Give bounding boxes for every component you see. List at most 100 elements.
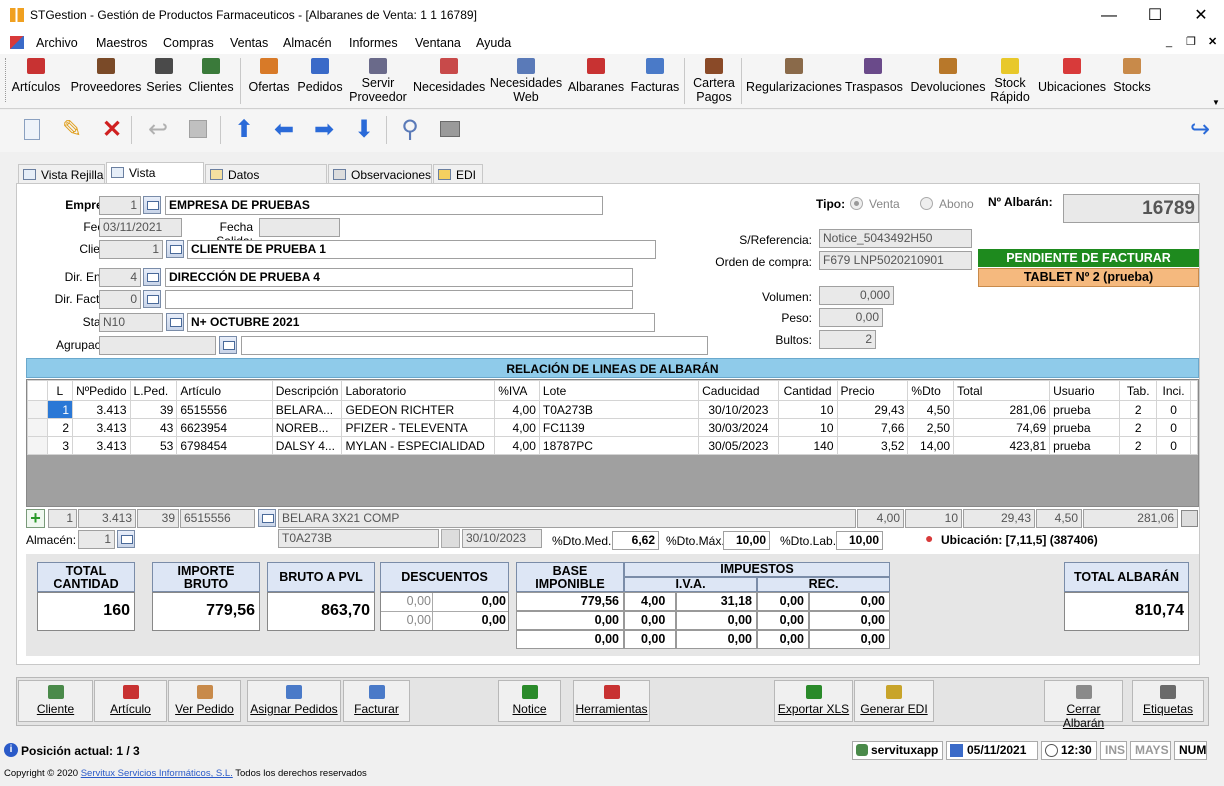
search-icon[interactable]: ⚲ [396,116,424,144]
menu-compras[interactable]: Compras [163,36,214,50]
grid-cell[interactable]: 140 [777,436,838,455]
grid-cell[interactable]: 30/05/2023 [698,436,779,455]
add-line-icon[interactable]: + [26,509,45,528]
grid-cell[interactable]: 2 [46,418,74,437]
grid-cell[interactable]: 74,69 [953,418,1051,437]
toolbar-delivery-button[interactable]: Albaranes [567,56,625,108]
grid-cell[interactable]: 0 [1156,418,1191,437]
grid-header-cell[interactable]: Artículo [176,380,273,401]
dir-envio-lookup-icon[interactable] [143,268,161,286]
grid-cell[interactable]: NOREB... [271,418,343,437]
row-selector[interactable] [27,436,48,455]
grid-cell[interactable]: 10 [777,400,838,419]
grid-cell[interactable]: MYLAN - ESPECIALIDAD [341,436,496,455]
n-albaran-field[interactable]: 16789 [1063,194,1199,223]
grid-header-cell[interactable]: Tab. [1119,380,1158,401]
grid-cell[interactable]: 18787PC [538,436,700,455]
toolbar-orders-button[interactable]: Pedidos [295,56,345,108]
agrupacion-lookup-icon[interactable] [219,336,237,354]
edit-record-icon[interactable]: ✎ [58,116,86,144]
delete-record-icon[interactable]: ✕ [98,116,126,144]
edit-save-icon[interactable] [1181,510,1198,527]
dir-envio-name-field[interactable]: DIRECCIÓN DE PRUEBA 4 [165,268,633,287]
toolbar-stocks-button[interactable]: Stocks [1110,56,1154,108]
grid-cell[interactable]: 10 [777,418,838,437]
toolbar-stock-fast-button[interactable]: Stock Rápido [986,56,1034,108]
peso-field[interactable]: 0,00 [819,308,883,327]
grid-cell[interactable]: 4,00 [494,436,540,455]
tab-edi[interactable]: EDI [433,164,483,184]
edit-cantidad-field[interactable]: 10 [905,509,962,528]
grid-header-cell[interactable]: L.Ped. [129,380,178,401]
grid-header-cell[interactable]: Inci. [1156,380,1191,401]
grid-cell[interactable]: PFIZER - TELEVENTA [341,418,496,437]
grid-header-cell[interactable]: Caducidad [698,380,779,401]
grid-cell[interactable]: BELARA... [271,400,343,419]
toolbar-adjust-button[interactable]: Regularizaciones [745,56,843,108]
exportar-xls-button[interactable]: Exportar XLS [774,680,853,722]
toolbar-location-button[interactable]: Ubicaciones [1036,56,1108,108]
grid-cell[interactable]: 39 [129,400,178,419]
toolbar-supplier-button[interactable]: Proveedores [70,56,142,108]
grid-cell[interactable]: 4,00 [494,418,540,437]
edit-precio-field[interactable]: 29,43 [963,509,1035,528]
ver-pedido-button[interactable]: Ver Pedido [168,680,241,722]
menu-maestros[interactable]: Maestros [96,36,147,50]
grid-cell[interactable]: T0A273B [538,400,700,419]
grid-cell[interactable]: 1 [46,400,74,419]
toolbar-invoices-button[interactable]: Facturas [629,56,681,108]
almacen-field[interactable]: 1 [78,530,115,549]
menu-ayuda[interactable]: Ayuda [476,36,511,50]
edit-line-number-field[interactable]: 1 [48,509,77,528]
caducidad-field[interactable]: 30/10/2023 [462,529,542,548]
save-icon[interactable] [184,116,212,144]
edit-pedido-field[interactable]: 3.413 [78,509,136,528]
grid-cell[interactable]: 3.413 [72,400,131,419]
dto-lab-field[interactable]: 10,00 [836,531,883,550]
grid-cell[interactable]: 53 [129,436,178,455]
grid-cell[interactable]: 3,52 [836,436,909,455]
dir-envio-code-field[interactable]: 4 [99,268,141,287]
grid-cell[interactable]: 2 [1119,400,1158,419]
copyright-link[interactable]: Servitux Servicios Informáticos, S.L. [81,768,233,779]
grid-header-cell[interactable]: Precio [836,380,909,401]
menu-informes[interactable]: Informes [349,36,398,50]
fecha-field[interactable]: 03/11/2021 [99,218,182,237]
cliente-name-field[interactable]: CLIENTE DE PRUEBA 1 [187,240,656,259]
row-selector[interactable] [27,418,48,437]
grid-header-cell[interactable]: Lote [538,380,700,401]
menu-ventas[interactable]: Ventas [230,36,268,50]
grid-cell[interactable]: 3 [46,436,74,455]
toolbar-series-button[interactable]: Series [145,56,183,108]
grid-row[interactable]: 2 3.413 43 6623954 NOREB... PFIZER - TELEVENT… [27,418,1198,437]
maximize-button[interactable]: ☐ [1132,0,1178,32]
grid-cell[interactable]: 281,06 [953,400,1051,419]
toolbar-serve-button[interactable]: Servir Proveedor [347,56,409,108]
grid-cell[interactable]: 30/03/2024 [698,418,779,437]
dir-factura-code-field[interactable]: 0 [99,290,141,309]
toolbar-transfer-button[interactable]: Traspasos [845,56,903,108]
edit-articulo-lookup-icon[interactable] [258,509,276,527]
grid-cell[interactable]: 3.413 [72,436,131,455]
minimize-button[interactable]: — [1086,0,1132,32]
status-code-field[interactable]: N10 [99,313,163,332]
grid-header-cell[interactable]: Usuario [1049,380,1121,401]
generar-edi-button[interactable]: Generar EDI [854,680,934,722]
fecha-salida-field[interactable] [259,218,340,237]
almacen-lookup-icon[interactable] [117,530,135,548]
empresa-name-field[interactable]: EMPRESA DE PRUEBAS [165,196,603,215]
grid-header-cell[interactable]: L [46,380,74,401]
cliente-code-field[interactable]: 1 [99,240,163,259]
grid-header-cell[interactable]: NºPedido [72,380,131,401]
menu-archivo[interactable]: Archivo [36,36,78,50]
menu-almacen[interactable]: Almacén [283,36,332,50]
grid-cell[interactable]: 14,00 [907,436,955,455]
close-button[interactable]: ✕ [1178,0,1224,32]
mdi-restore-button[interactable]: ❐ [1186,35,1196,48]
sref-field[interactable]: Notice_5043492H50 [819,229,972,248]
tab-observaciones[interactable]: Observaciones [328,164,432,184]
grid-header-cell[interactable]: Total [953,380,1051,401]
edit-lped-field[interactable]: 39 [137,509,179,528]
grid-cell[interactable]: prueba [1049,436,1121,455]
edit-iva-field[interactable]: 4,00 [857,509,904,528]
